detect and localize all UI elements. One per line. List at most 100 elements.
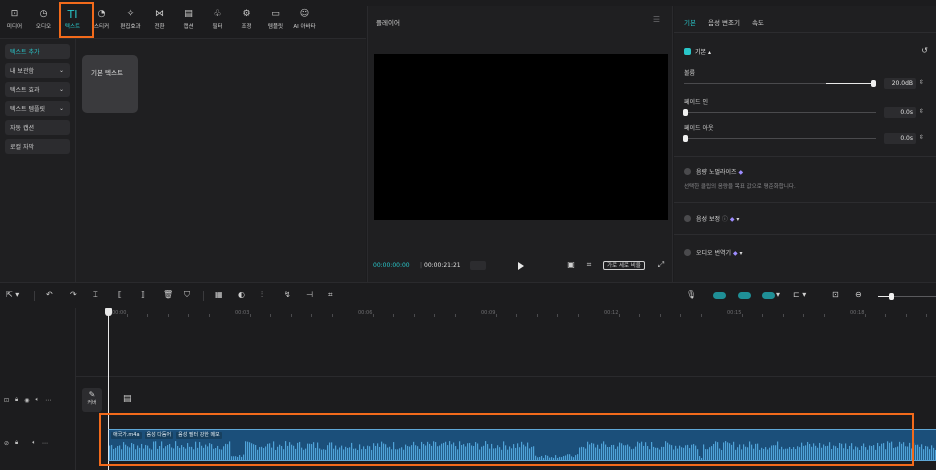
main-track-magnet-toggle[interactable] [713,292,726,299]
preview-screen[interactable] [374,54,668,220]
fade-in-value[interactable]: 0.0s [884,107,916,118]
voice-enhance-toggle[interactable] [684,215,691,222]
eye-icon[interactable]: ◉ [24,397,29,404]
undo-icon[interactable]: ↶ [46,290,53,300]
cover-button[interactable]: ✎ 커버 [82,388,102,412]
audio-icon: ◷ [39,9,48,19]
sidebar-item[interactable]: 자동 캡션 [5,120,70,135]
sidebar-item[interactable]: 텍스트 추가 [5,44,70,59]
tool-audio[interactable]: ◷ 오디오 [29,6,58,36]
sidebar-item[interactable]: 텍스트 템플릿 ⌄ [5,101,70,116]
redo-icon[interactable]: ↷ [70,290,77,300]
marker-icon[interactable]: ⛉ [184,290,190,300]
tool-media[interactable]: ⊡ 미디어 [0,6,29,36]
tab-voice-changer[interactable]: 음성 변조기 [708,17,740,27]
freeze-frame-icon[interactable]: ▦ [215,290,223,300]
zoom-out-icon[interactable]: ⊖ [855,290,862,300]
safe-area-icon[interactable]: ▣ [566,260,576,270]
fullscreen-icon[interactable]: ⤢ [656,260,666,270]
quality-box[interactable] [470,261,486,270]
toolbar-separator [203,291,204,301]
audio-properties-panel: 기본 음성 변조기 속도 기본 ▴ ↺ 볼륨 20.0dB ⇳ 페이드 인 0.… [674,6,936,282]
reset-icon[interactable]: ↺ [921,46,928,55]
tool-adjust[interactable]: ⚙ 조정 [232,6,261,36]
tool-template[interactable]: ▭ 템플릿 [261,6,290,36]
normalize-label: 음량 노멀라이즈 ◆ [696,169,744,176]
crop-icon[interactable]: ⌗ [328,290,333,300]
fade-out-slider-track[interactable] [684,138,876,139]
transition-icon: ⋈ [155,9,164,19]
voice-enhance-label[interactable]: 음성 보정 ⓘ ◆ ▾ [696,214,739,223]
microphone-icon[interactable]: 🎙 [686,290,696,300]
waveform-bar [925,445,927,460]
tool-label: 스티커 [93,24,110,30]
speaker-icon[interactable]: 🔈︎ [32,439,36,447]
tool-caption[interactable]: ▤ 캡션 [174,6,203,36]
delete-icon[interactable]: 🗑 [163,290,173,300]
tool-ai-avatar[interactable]: ☺ AI 아바타 [290,6,319,36]
chevron-down-icon: ⌄ [58,86,64,93]
tool-effects[interactable]: ✧ 편집효과 [116,6,145,36]
beat-icon[interactable]: ⫶ [261,290,263,300]
fade-out-stepper-icon[interactable]: ⇳ [919,134,924,141]
tool-label: 템플릿 [267,24,284,30]
volume-slider-knob[interactable] [871,80,876,87]
tool-transition[interactable]: ⋈ 전환 [145,6,174,36]
ruler-tick [167,314,169,317]
zoom-fit-icon[interactable]: ⊡ [832,290,839,300]
auto-snap-toggle[interactable] [738,292,751,299]
basic-section-checkbox[interactable] [684,48,691,55]
default-text-card[interactable]: 기본 텍스트 [82,55,138,113]
select-tool-icon[interactable]: ⇱ ▾ [6,290,19,300]
sidebar-item-label: 로컬 자막 [10,144,34,151]
audio-split-icon[interactable]: ⊣ [306,290,313,300]
fade-in-stepper-icon[interactable]: ⇳ [919,108,924,115]
timeline-ruler[interactable]: 00:00 00:03 00:06 00:09 00:12 00:15 00:18 [106,308,936,318]
ruler-tick-label: 00:09 [481,310,496,316]
zoom-slider-knob[interactable] [889,293,894,300]
section-divider [674,234,936,235]
audio-translate-label[interactable]: 오디오 번역기 ◆ ▾ [696,248,743,257]
sidebar-item[interactable]: 텍스트 효과 ⌄ [5,82,70,97]
waveform-bar [919,446,921,460]
fade-out-slider-knob[interactable] [683,135,688,142]
lock-icon[interactable]: 🔒︎ [15,439,18,447]
snapshot-icon[interactable]: ⌗ [584,260,594,270]
sidebar-item[interactable]: 로컬 자막 [5,139,70,154]
track-type-icon: ⊡ [4,396,10,404]
fade-in-slider-track[interactable] [684,112,876,113]
tool-label: 편집효과 [120,24,141,30]
linkage-toggle[interactable] [762,292,775,299]
aspect-ratio-button[interactable]: 가로 세로 비율 [603,261,645,270]
more-icon[interactable]: ⋯ [42,440,48,447]
ruler-tick [311,314,312,317]
audio-track-header: ⊘ 🔒︎ 🔈︎ ⋯ [4,439,48,447]
preview-axis-icon[interactable]: ⊏ ▾ [793,290,806,300]
tab-speed[interactable]: 속도 [752,17,764,27]
ruler-tick-label: 00:03 [235,310,250,316]
ruler-tick [188,314,189,317]
more-icon[interactable]: ⋯ [45,397,51,404]
player-menu-icon[interactable]: ☰ [653,15,660,24]
volume-value[interactable]: 20.0dB [884,78,916,89]
speaker-icon[interactable]: 🔈︎ [35,396,39,404]
linkage-dropdown-icon[interactable]: ▾ [776,290,780,300]
auto-reframe-icon[interactable]: ◐ [238,290,245,300]
split-icon[interactable]: ⌶ [93,290,98,300]
audio-translate-toggle[interactable] [684,249,691,256]
tab-basic[interactable]: 기본 [684,17,696,27]
split-right-icon[interactable]: ⟧ [141,290,145,300]
tool-filter[interactable]: ♧ 필터 [203,6,232,36]
normalize-toggle[interactable] [684,168,691,175]
lock-icon[interactable]: 🔒︎ [15,396,18,404]
ruler-tick-label: 00:12 [604,310,619,316]
fade-in-slider-knob[interactable] [683,109,688,116]
volume-stepper-icon[interactable]: ⇳ [919,79,924,86]
speed-curve-icon[interactable]: ↯ [284,290,291,300]
fade-out-value[interactable]: 0.0s [884,133,916,144]
player-title: 플레이어 [376,19,400,27]
sidebar-item[interactable]: 내 보관함 ⌄ [5,63,70,78]
split-left-icon[interactable]: ⟦ [118,290,122,300]
basic-section-title[interactable]: 기본 ▴ [695,47,711,56]
play-icon[interactable] [518,262,524,270]
